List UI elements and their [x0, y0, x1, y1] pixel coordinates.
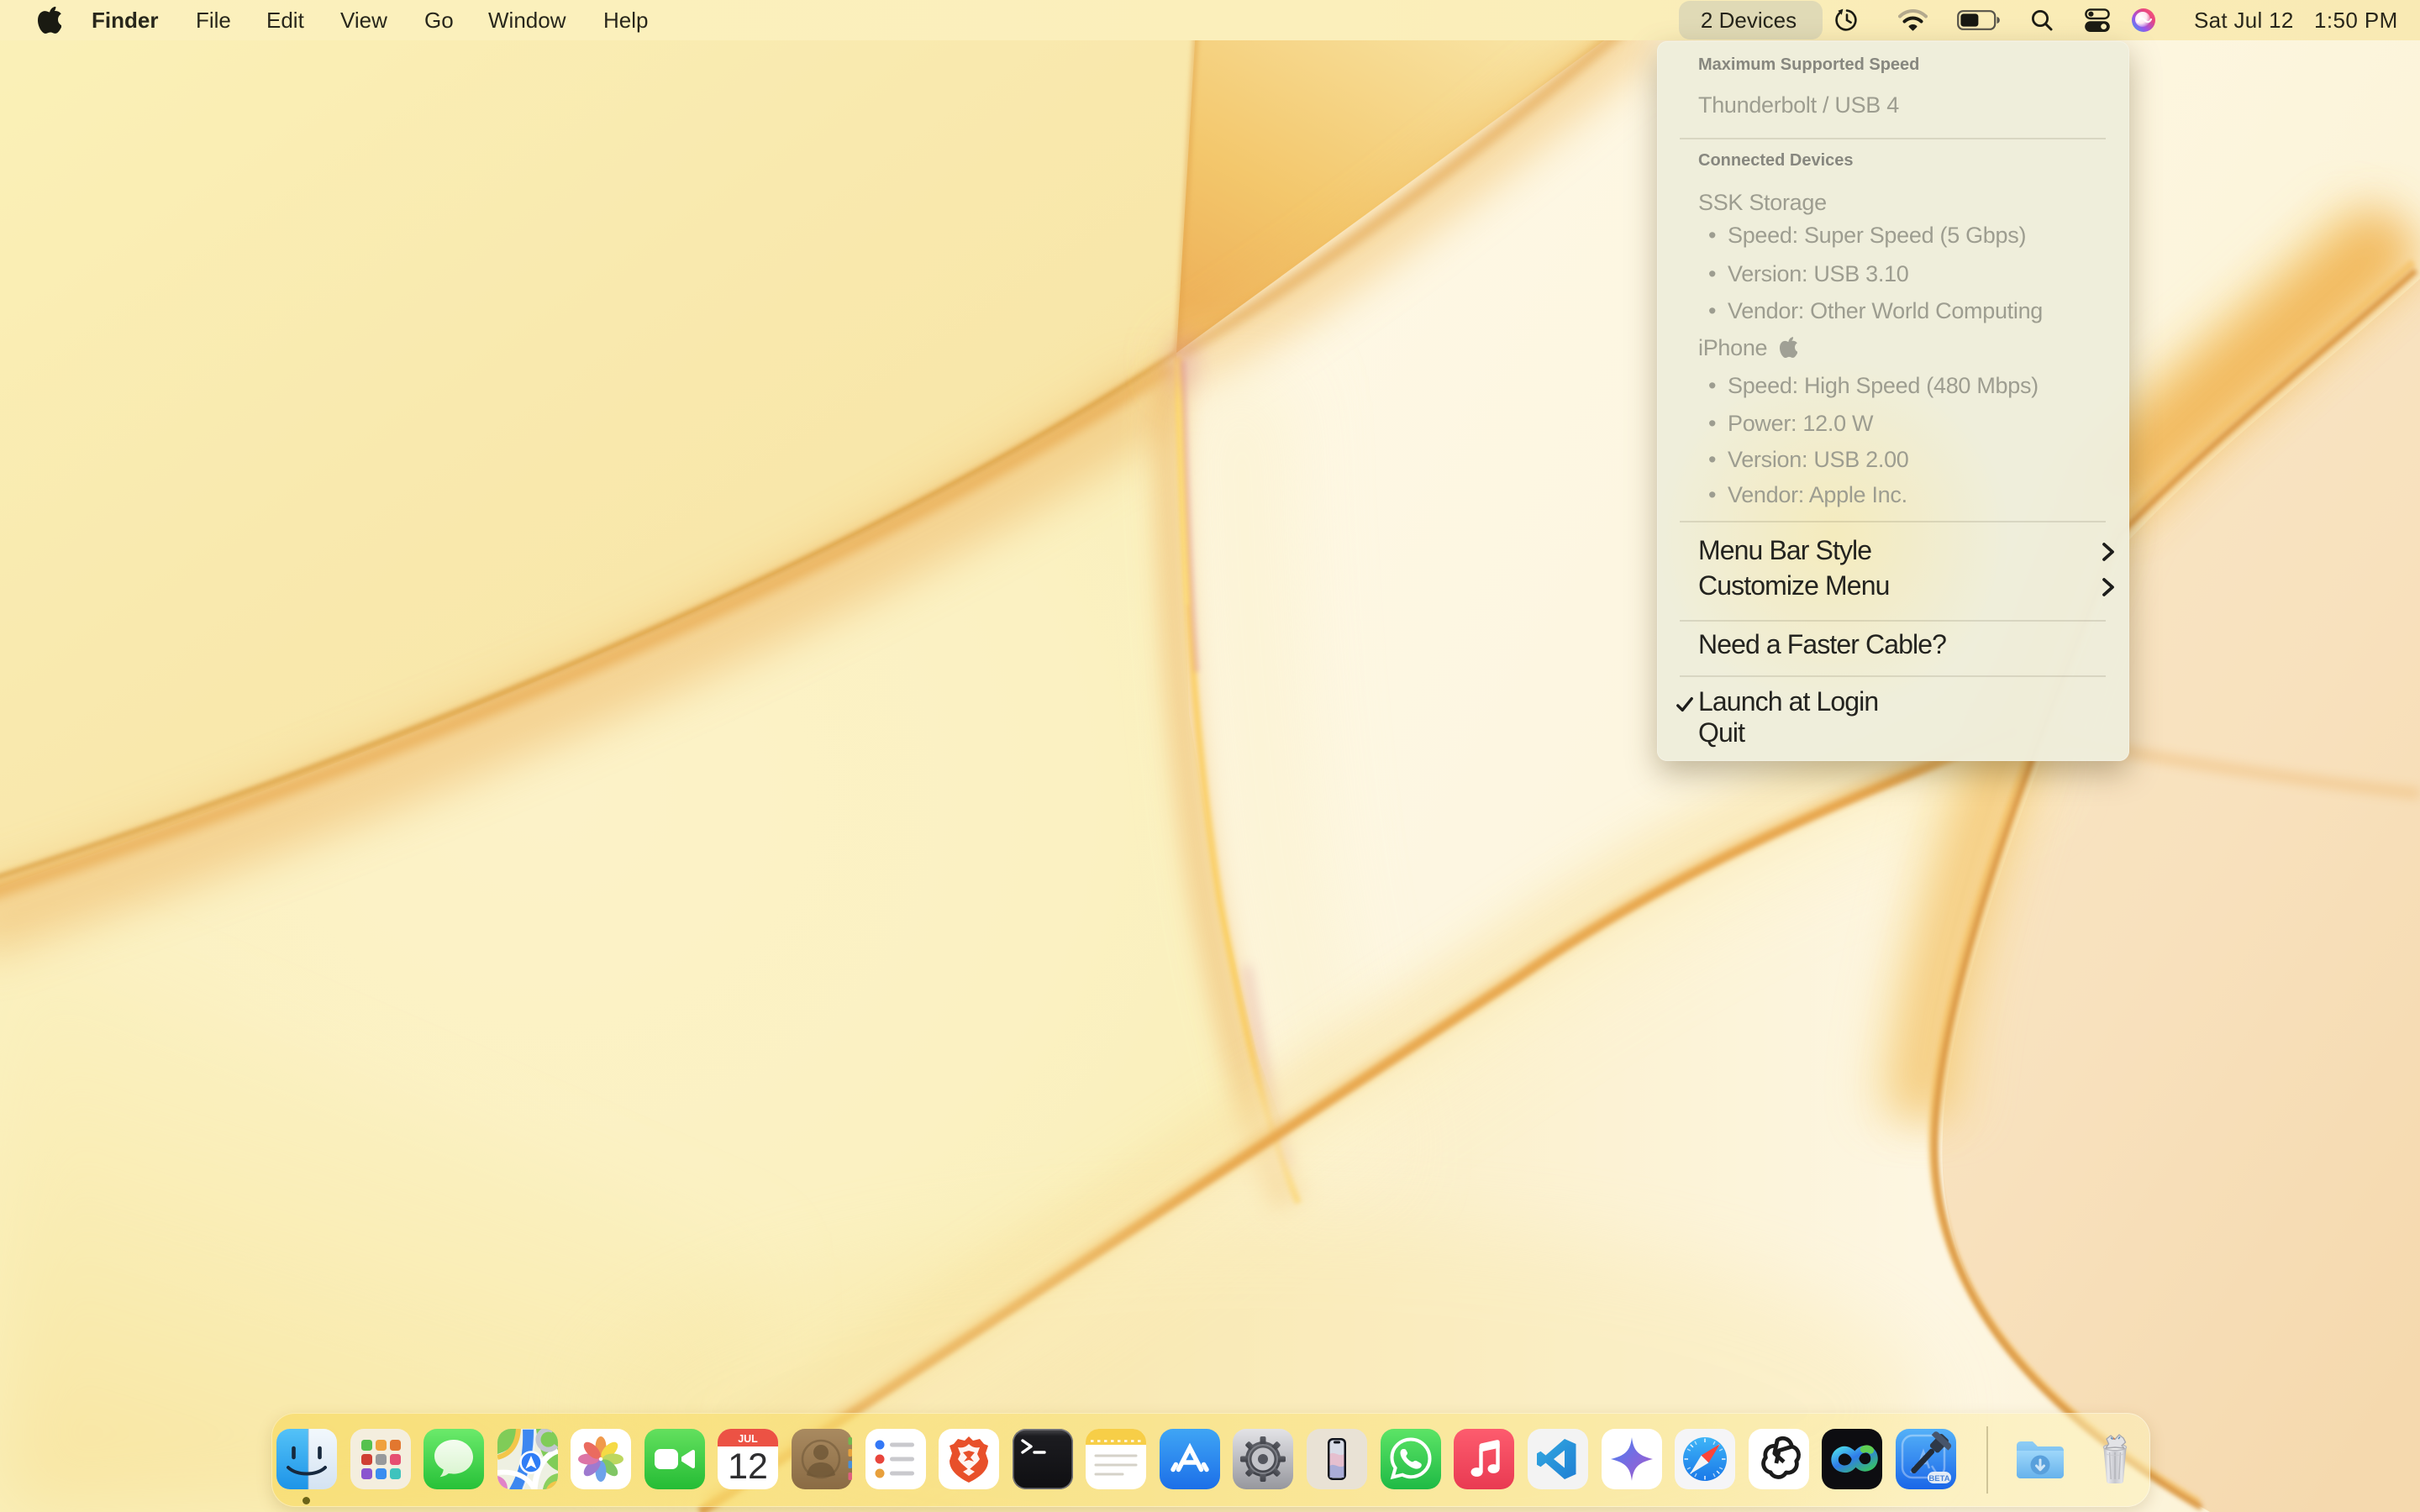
- svg-text:JUL: JUL: [738, 1433, 758, 1445]
- svg-text:12: 12: [728, 1446, 768, 1487]
- svg-text:BETA: BETA: [1928, 1474, 1949, 1483]
